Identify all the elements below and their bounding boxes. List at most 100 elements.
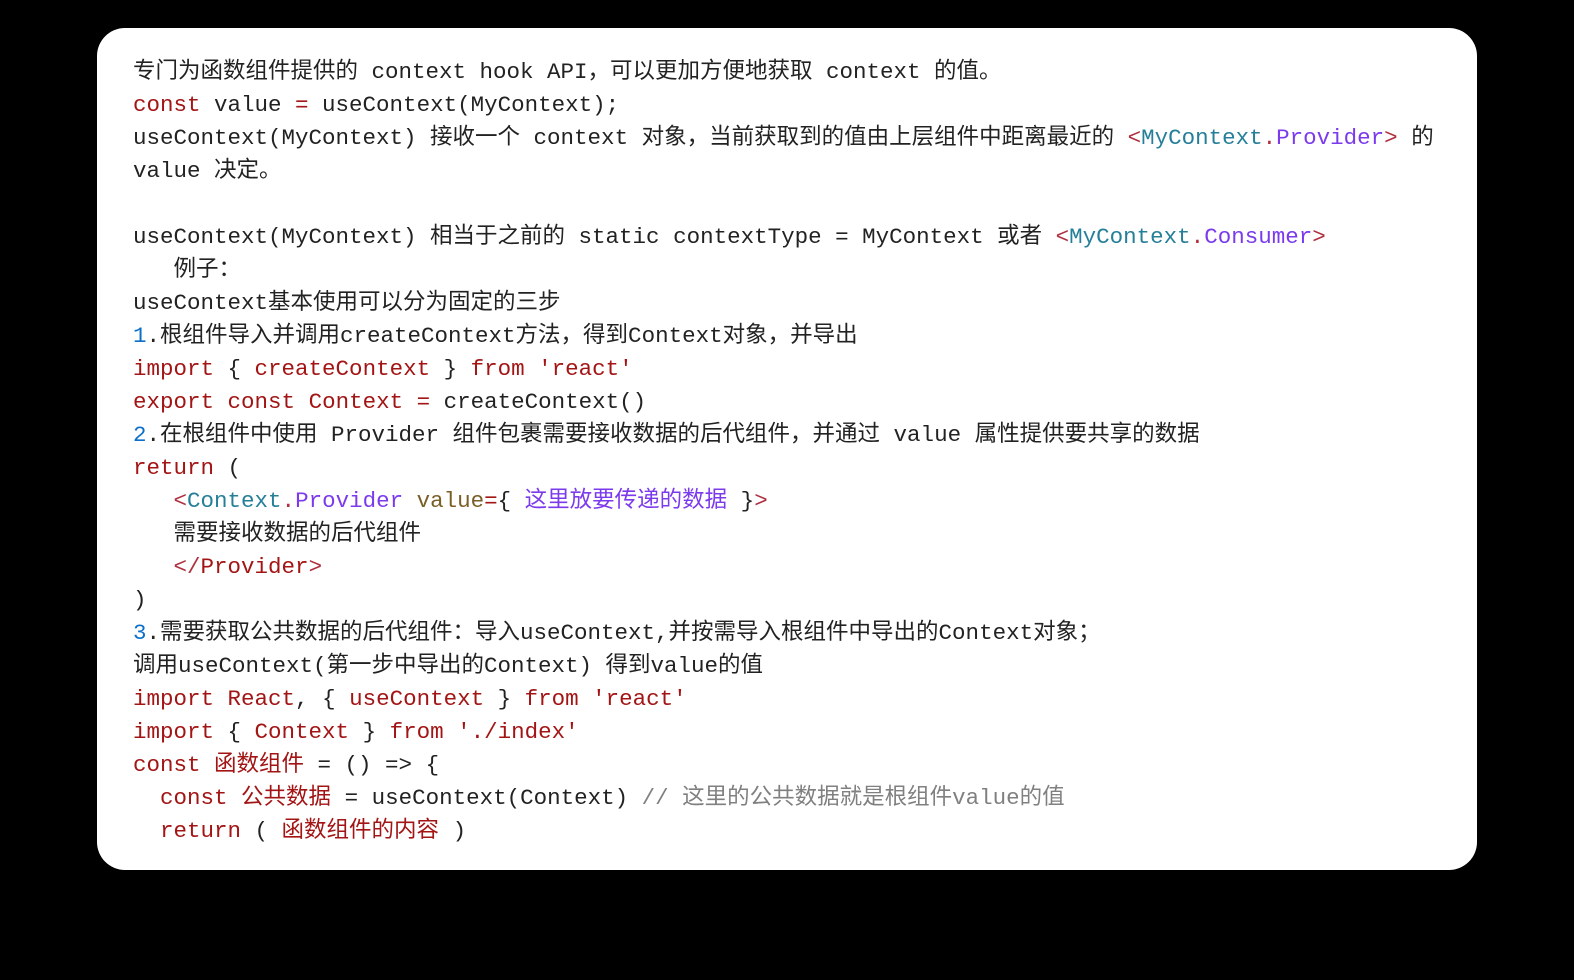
string-literal: 'react' [538, 356, 633, 382]
angle-bracket: < [1128, 125, 1142, 151]
identifier: createContext [255, 356, 431, 382]
space [579, 686, 593, 712]
code-text: useContext(MyContext) 相当于之前的 static cont… [133, 224, 1056, 250]
identifier: React [228, 686, 296, 712]
keyword-const: const [228, 389, 296, 415]
space [214, 686, 228, 712]
keyword-const: const [133, 752, 201, 778]
brace: { [322, 686, 349, 712]
space [457, 356, 471, 382]
tag-name: Provider [201, 554, 309, 580]
code-text: ( [214, 455, 241, 481]
code-text: ) [133, 587, 147, 613]
code-text: 调用useContext(第一步中导出的Context) 得到value的值 [133, 653, 763, 679]
code-card: 专门为函数组件提供的 context hook API，可以更加方便地获取 co… [97, 28, 1477, 870]
code-text: 需要接收数据的后代组件 [133, 521, 421, 547]
code-text: useContext(MyContext); [309, 92, 620, 118]
space [214, 356, 228, 382]
code-line: 专门为函数组件提供的 context hook API，可以更加方便地获取 co… [133, 59, 1002, 85]
keyword-const: const [133, 92, 201, 118]
keyword-import: import [133, 686, 214, 712]
dot: . [147, 620, 161, 646]
brace: { [228, 356, 255, 382]
indent [133, 488, 174, 514]
operator-equals: = [484, 488, 498, 514]
slash: / [187, 554, 201, 580]
identifier: Context [309, 389, 404, 415]
space [403, 389, 417, 415]
code-text: 例子： [133, 257, 241, 283]
space [403, 488, 417, 514]
angle-bracket: < [174, 554, 188, 580]
step-number: 3 [133, 620, 147, 646]
code-text: = useContext(Context) [331, 785, 642, 811]
string-literal: './index' [457, 719, 579, 745]
code-text: useContext(MyContext) 接收一个 context 对象，当前… [133, 125, 1128, 151]
dot: . [147, 323, 161, 349]
string-literal: 'react' [592, 686, 687, 712]
brace: } [484, 686, 511, 712]
operator-equals: = [417, 389, 431, 415]
comma: , [295, 686, 322, 712]
space [214, 389, 228, 415]
code-text: useContext基本使用可以分为固定的三步 [133, 290, 561, 316]
placeholder-text: 这里放要传递的数据 [525, 488, 728, 514]
dot: . [147, 422, 161, 448]
brace: { [228, 719, 255, 745]
comment: // 这里的公共数据就是根组件value的值 [642, 785, 1065, 811]
keyword-from: from [390, 719, 444, 745]
paren: ) [439, 818, 466, 844]
step-number: 2 [133, 422, 147, 448]
angle-bracket: > [1384, 125, 1398, 151]
tag-member: Consumer [1204, 224, 1312, 250]
step-number: 1 [133, 323, 147, 349]
code-text: 根组件导入并调用createContext方法，得到Context对象，并导出 [160, 323, 858, 349]
dot: . [1191, 224, 1205, 250]
angle-bracket: < [174, 488, 188, 514]
code-text: 在根组件中使用 Provider 组件包裹需要接收数据的后代组件，并通过 val… [160, 422, 1200, 448]
indent [133, 818, 160, 844]
keyword-from: from [525, 686, 579, 712]
keyword-return: return [133, 455, 214, 481]
angle-bracket: > [309, 554, 323, 580]
tag-name: Context [187, 488, 282, 514]
identifier: 函数组件的内容 [282, 818, 440, 844]
tag-member: Provider [295, 488, 403, 514]
code-text: createContext() [430, 389, 646, 415]
indent [133, 554, 174, 580]
brace: { [498, 488, 525, 514]
brace: } [727, 488, 754, 514]
keyword-export: export [133, 389, 214, 415]
space [214, 719, 228, 745]
tag-member: Provider [1276, 125, 1384, 151]
keyword-const: const [160, 785, 228, 811]
identifier: useContext [349, 686, 484, 712]
space [511, 686, 525, 712]
code-text: value [201, 92, 296, 118]
code-text: 需要获取公共数据的后代组件：导入useContext,并按需导入根组件中导出的C… [160, 620, 1101, 646]
space [201, 752, 215, 778]
tag-name: MyContext [1141, 125, 1263, 151]
keyword-return: return [160, 818, 241, 844]
identifier: 公共数据 [241, 785, 331, 811]
brace: } [349, 719, 376, 745]
keyword-import: import [133, 356, 214, 382]
angle-bracket: < [1056, 224, 1070, 250]
identifier: 函数组件 [214, 752, 304, 778]
identifier: Context [255, 719, 350, 745]
dot: . [282, 488, 296, 514]
dot: . [1263, 125, 1277, 151]
space [525, 356, 539, 382]
keyword-import: import [133, 719, 214, 745]
code-block: 专门为函数组件提供的 context hook API，可以更加方便地获取 co… [133, 56, 1441, 848]
paren: ( [241, 818, 282, 844]
space [228, 785, 242, 811]
space [295, 389, 309, 415]
code-text: = () => { [304, 752, 439, 778]
space [376, 719, 390, 745]
tag-name: MyContext [1069, 224, 1191, 250]
angle-bracket: > [1312, 224, 1326, 250]
angle-bracket: > [754, 488, 768, 514]
jsx-attr: value [417, 488, 485, 514]
brace: } [430, 356, 457, 382]
